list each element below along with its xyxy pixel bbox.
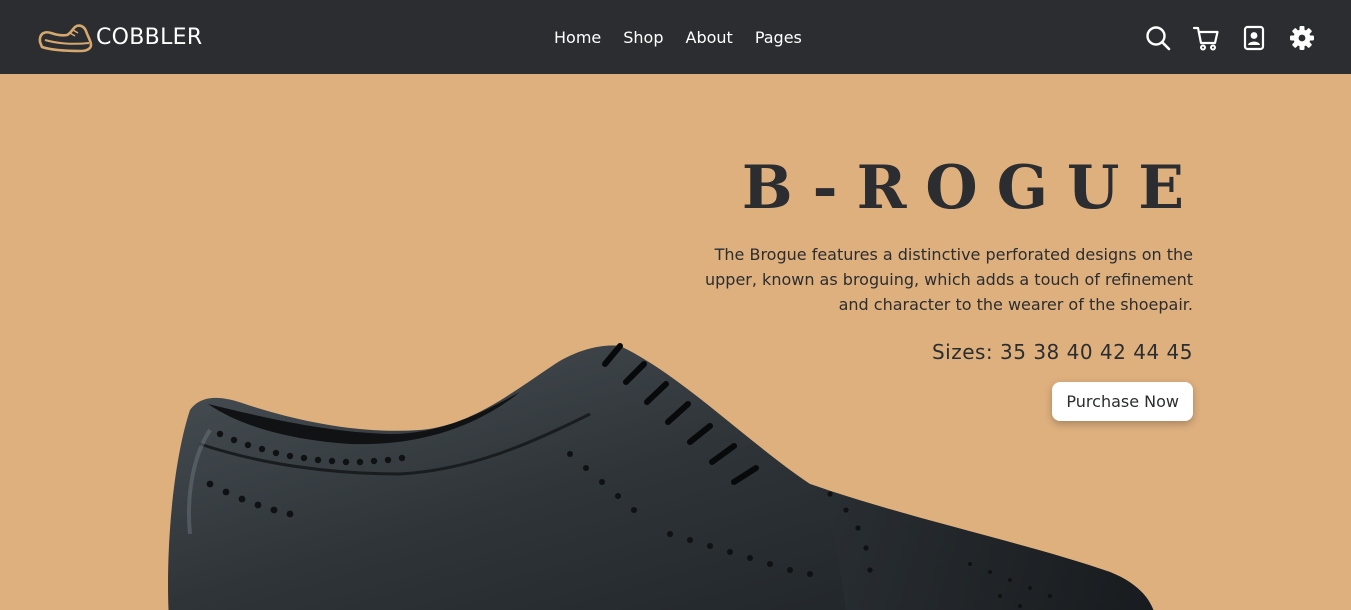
nav-link-pages[interactable]: Pages: [755, 26, 802, 50]
nav-icon-group: [1144, 24, 1316, 52]
cart-button[interactable]: [1192, 24, 1220, 52]
top-navbar: COBBLER Home Shop About Pages: [0, 0, 1351, 74]
search-icon: [1146, 26, 1171, 51]
main-nav: Home Shop About Pages: [554, 26, 802, 50]
search-button[interactable]: [1144, 24, 1172, 52]
cart-icon: [1192, 26, 1219, 51]
purchase-now-button[interactable]: Purchase Now: [1052, 382, 1193, 421]
nav-link-shop[interactable]: Shop: [623, 26, 663, 50]
hero-title: B-ROGUE: [741, 153, 1203, 223]
gear-icon: [1290, 26, 1314, 50]
hero-description: The Brogue features a distinctive perfor…: [705, 245, 1193, 314]
account-button[interactable]: [1240, 24, 1268, 52]
black-brogue-shoe-image: [168, 343, 1154, 610]
shoe-logo-icon: [38, 24, 93, 53]
nav-link-about[interactable]: About: [686, 26, 733, 50]
hero-sizes: Sizes: 35 38 40 42 44 45: [931, 340, 1193, 364]
contact-icon: [1243, 25, 1265, 51]
hero-section: B-ROGUE The Brogue features a distinctiv…: [0, 74, 1351, 610]
brand-logo-link[interactable]: COBBLER: [37, 18, 202, 56]
nav-link-home[interactable]: Home: [554, 26, 601, 50]
brand-name: COBBLER: [96, 24, 203, 50]
settings-button[interactable]: [1288, 24, 1316, 52]
